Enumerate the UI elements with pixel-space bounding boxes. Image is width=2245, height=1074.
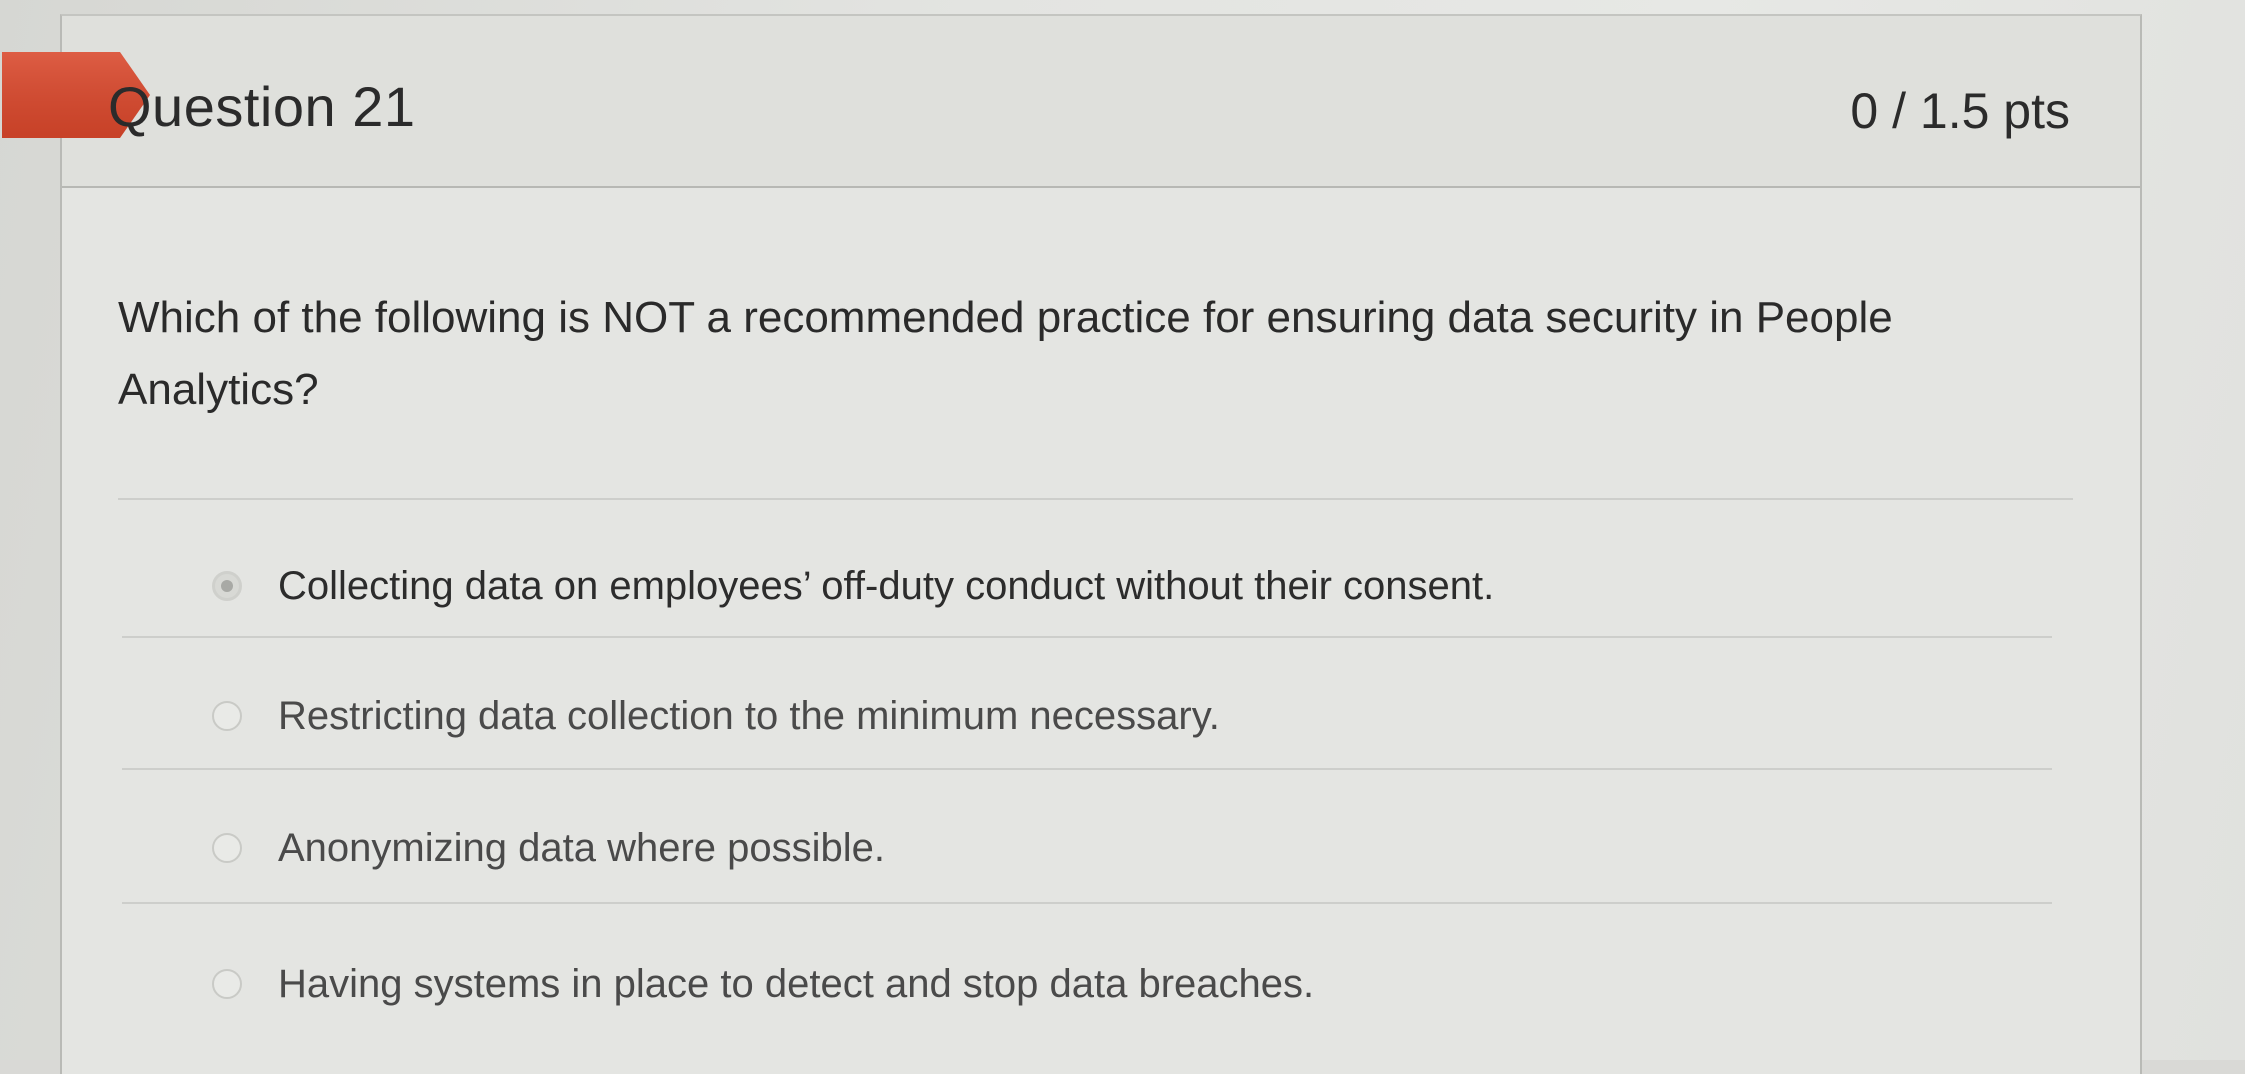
answer-label: Restricting data collection to the minim… bbox=[278, 693, 1220, 738]
answer-label: Anonymizing data where possible. bbox=[278, 825, 886, 870]
radio-icon[interactable] bbox=[212, 701, 242, 731]
answer-label: Having systems in place to detect and st… bbox=[278, 961, 1315, 1006]
divider bbox=[122, 636, 2052, 638]
answer-option-4[interactable]: Having systems in place to detect and st… bbox=[212, 944, 1314, 1024]
question-points: 0 / 1.5 pts bbox=[1850, 83, 2070, 139]
radio-icon[interactable] bbox=[212, 969, 242, 999]
divider bbox=[122, 768, 2052, 770]
question-title: Question 21 bbox=[108, 75, 416, 138]
divider bbox=[122, 902, 2052, 904]
radio-selected-icon[interactable] bbox=[212, 571, 242, 601]
question-header: Question 21 0 / 1.5 pts bbox=[2, 16, 2140, 188]
radio-icon[interactable] bbox=[212, 833, 242, 863]
answer-option-1[interactable]: Collecting data on employees’ off-duty c… bbox=[212, 546, 1494, 626]
answer-label: Collecting data on employees’ off-duty c… bbox=[278, 563, 1495, 608]
question-text: Which of the following is NOT a recommen… bbox=[118, 293, 1893, 414]
answer-option-2[interactable]: Restricting data collection to the minim… bbox=[212, 676, 1220, 756]
screen: Question 21 0 / 1.5 pts Which of the fol… bbox=[0, 0, 2245, 1074]
divider bbox=[118, 498, 2073, 500]
answer-option-3[interactable]: Anonymizing data where possible. bbox=[212, 808, 885, 888]
question-card: Question 21 0 / 1.5 pts Which of the fol… bbox=[2, 14, 2142, 1074]
